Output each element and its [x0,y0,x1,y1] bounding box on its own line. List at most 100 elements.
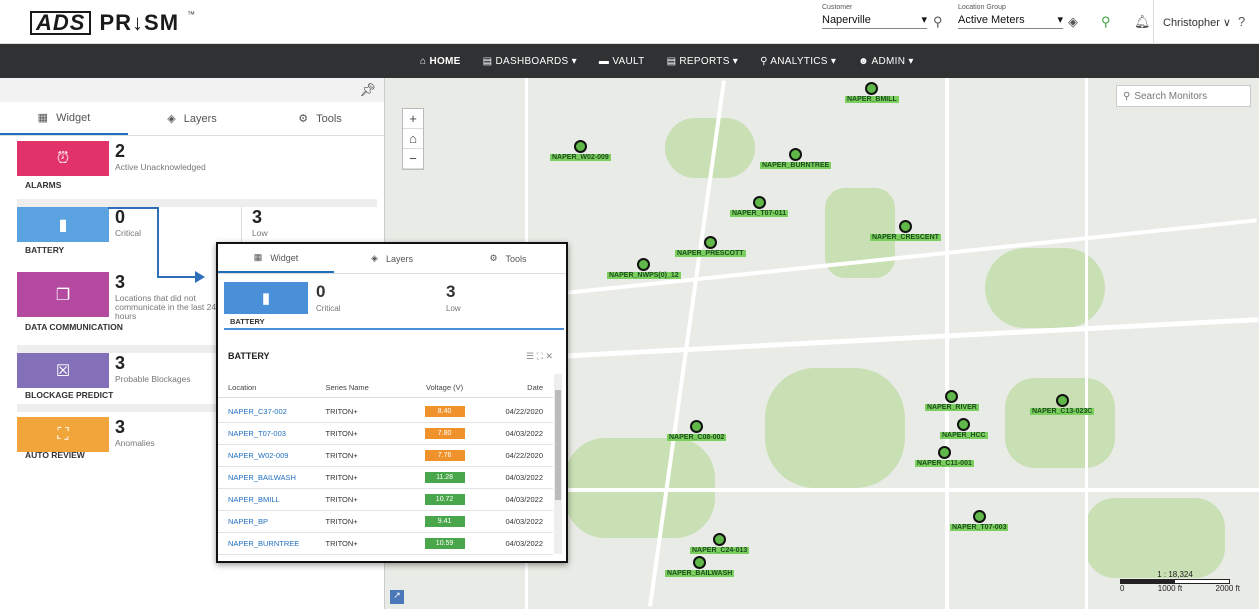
layers-icon: ◈ [371,253,378,263]
expand-icon[interactable]: ↗ [390,590,404,604]
table-row[interactable]: NAPER_BMILL TRITON+ 10.72 04/03/2022 [218,489,553,511]
tab-tools[interactable]: ⚙ Tools [450,244,566,273]
tab-widget[interactable]: ▦ Widget [0,102,128,135]
table-row[interactable]: NAPER_W02-009 TRITON+ 7.76 04/22/2020 [218,445,553,467]
battery-low-count: 3 [252,207,263,227]
focus-icon: ⛶ [17,417,109,452]
alarm-clock-icon: ⏰︎ [17,141,109,176]
location-link[interactable]: NAPER_T07-003 [228,429,326,438]
nav-analytics[interactable]: ⚲ ANALYTICS ▾ [760,56,836,67]
tag-icon[interactable]: ◈ [1068,14,1078,30]
voltage-badge: 8.40 [424,406,465,417]
location-link[interactable]: NAPER_W02-009 [228,451,326,460]
date-cell: 04/03/2022 [505,429,543,438]
monitor-marker[interactable]: NAPER_T07-003 [950,510,1009,531]
blockage-icon: ☒ [17,353,109,388]
user-menu[interactable]: Christopher ∨ [1163,16,1231,29]
series-cell: TRITON+ [325,517,358,526]
close-icon[interactable]: ✕ [545,351,553,361]
location-link[interactable]: NAPER_C37-002 [228,407,326,416]
monitor-marker[interactable]: NAPER_W02-009 [550,140,611,161]
monitor-marker[interactable]: NAPER_CRESCENT [870,220,941,241]
home-extent-icon[interactable]: ⌂ [403,129,423,149]
monitor-marker[interactable]: NAPER_C08-002 [667,420,727,441]
battery-critical-count: 0 [115,207,126,227]
alarms-widget[interactable]: ⏰︎ 2 Active Unacknowledged ALARMS [17,141,377,196]
monitor-marker[interactable]: NAPER_C24-013 [690,533,750,554]
series-cell: TRITON+ [325,495,358,504]
filter-icon[interactable]: ☰ [526,351,534,361]
location-group-select[interactable]: Location Group Active Meters ▾ [958,4,1063,29]
grid-icon: ▦ [253,252,263,262]
location-link[interactable]: NAPER_BP [228,517,326,526]
table-row[interactable]: NAPER_BAILWASH TRITON+ 11.28 04/03/2022 [218,467,553,489]
column-header[interactable]: Series Name [326,383,403,392]
monitor-marker[interactable]: NAPER_HCC [940,418,988,439]
scrollbar-thumb[interactable] [555,390,561,500]
monitor-marker[interactable]: NAPER_C13-023C [1030,394,1095,415]
layers-icon: ◈ [167,113,176,125]
series-cell: TRITON+ [325,451,358,460]
tab-widget[interactable]: ▦ Widget [218,244,334,273]
zoom-out-button[interactable]: − [403,149,423,169]
column-header[interactable]: Location [228,383,326,392]
tab-tools[interactable]: ⚙ Tools [256,102,384,135]
alarms-title: ALARMS [25,180,62,190]
column-header[interactable]: Voltage (V) [402,383,486,392]
zoom-in-button[interactable]: + [403,109,423,129]
tab-layers[interactable]: ◈ Layers [334,244,450,273]
connector-line [108,207,158,209]
customer-label: Customer [822,4,853,11]
battery-table-header: BATTERY ☰ ⛶ ✕ [228,351,553,362]
table-row[interactable]: NAPER_T07-003 TRITON+ 7.80 04/03/2022 [218,423,553,445]
monitor-marker[interactable]: NAPER_RIVER [925,390,979,411]
column-header[interactable]: Date [487,383,543,392]
nav-admin[interactable]: ☻ ADMIN ▾ [858,56,913,67]
table-row[interactable]: NAPER_BURNTREE TRITON+ 10.59 04/03/2022 [218,533,553,555]
monitor-marker[interactable]: NAPER_PRESCOTT [675,236,746,257]
monitor-marker[interactable]: NAPER_C11-001 [915,446,974,467]
monitor-marker[interactable]: NAPER_BAILWASH [665,556,735,577]
table-scrollbar[interactable] [554,374,562,554]
autoreview-title: AUTO REVIEW [25,450,85,460]
nav-reports[interactable]: ▤ REPORTS ▾ [667,56,739,67]
inset-battery-widget[interactable]: ▮ 0 Critical 3 Low BATTERY [224,282,564,330]
table-row[interactable]: NAPER_BP TRITON+ 9.41 04/03/2022 [218,511,553,533]
fullscreen-icon[interactable]: ⛶ [537,351,543,361]
customer-select[interactable]: Customer Naperville ▾ [822,4,927,29]
map-zoom-controls: + ⌂ − [402,108,424,170]
date-cell: 04/03/2022 [505,539,543,548]
location-link[interactable]: NAPER_BAILWASH [228,473,326,482]
folder-icon: ▬ [598,55,610,67]
monitor-marker[interactable]: NAPER_NWPS(0)_12 [607,258,681,279]
user-pin-icon[interactable]: ⚲ [933,14,943,30]
location-link[interactable]: NAPER_BURNTREE [228,539,326,548]
monitor-marker[interactable]: NAPER_T07-011 [730,196,789,217]
bell-icon[interactable]: 🔔︎ [1134,14,1151,30]
table-row[interactable]: NAPER_C37-002 TRITON+ 8.40 04/22/2020 [218,401,553,423]
monitor-marker[interactable]: NAPER_BMILL [845,82,899,103]
chevron-down-icon: ▾ [1057,14,1063,26]
location-group-value: Active Meters [958,14,1025,26]
nav-dashboards[interactable]: ▤ DASHBOARDS ▾ [483,56,577,67]
date-cell: 04/03/2022 [505,495,543,504]
location-link[interactable]: NAPER_BMILL [228,495,326,504]
nav-vault[interactable]: ▬ VAULT [599,56,645,67]
search-monitors-input[interactable]: ⚲ Search Monitors [1116,85,1251,107]
pin-icon[interactable]: 📌︎ [359,82,376,98]
nav-home[interactable]: ⌂ HOME [420,56,461,67]
battery-critical-label: Critical [115,228,141,238]
datacomm-count: 3 [115,272,126,292]
gear-icon: ⚙ [489,253,498,263]
map-pin-icon[interactable]: ⚲ [1101,14,1111,30]
app-logo[interactable]: ADS PR↓SM ™ [30,10,195,36]
voltage-badge: 10.72 [424,494,465,505]
series-cell: TRITON+ [325,473,358,482]
magnifier-icon: ⚲ [760,55,768,67]
help-icon[interactable]: ? [1238,14,1245,29]
monitor-marker[interactable]: NAPER_BURNTREE [760,148,832,169]
tab-layers[interactable]: ◈ Layers [128,102,256,135]
battery-low-label: Low [446,304,461,313]
alarms-count: 2 [115,141,126,161]
home-icon: ⌂ [420,55,427,67]
